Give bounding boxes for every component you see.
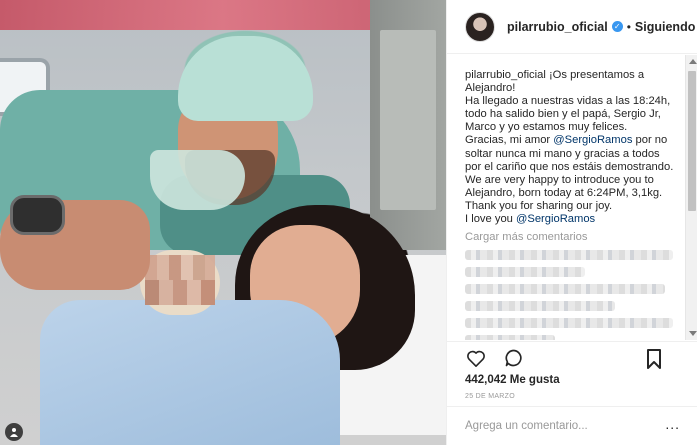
scroll-up-arrow-icon[interactable] xyxy=(689,59,697,64)
caption: pilarrubio_oficial ¡Os presentamos a Ale… xyxy=(465,69,677,226)
more-options-button[interactable]: ... xyxy=(665,417,680,431)
photo-watch xyxy=(10,195,65,235)
blurred-comment xyxy=(465,250,673,261)
post-sidebar: pilarrubio_oficial ✓ • Siguiendo pilarru… xyxy=(446,0,697,445)
comments-list: pilarrubio_oficial ¡Os presentamos a Ale… xyxy=(447,55,687,340)
add-comment-bar: ... xyxy=(447,406,697,445)
comment-bubble-icon[interactable] xyxy=(502,346,526,370)
post-header: pilarrubio_oficial ✓ • Siguiendo xyxy=(447,0,697,54)
avatar[interactable] xyxy=(465,11,495,42)
post-photo[interactable] xyxy=(0,0,446,445)
photo-surgical-cap xyxy=(178,36,313,121)
caption-text-2: por no soltar nunca mi mano y gracias a … xyxy=(465,134,674,226)
header-username[interactable]: pilarrubio_oficial xyxy=(507,20,608,34)
blurred-comment xyxy=(465,301,615,312)
blurred-comment xyxy=(465,318,673,329)
photo-door xyxy=(370,0,446,250)
scroll-down-arrow-icon[interactable] xyxy=(689,331,697,336)
user-tag-icon[interactable] xyxy=(5,423,23,441)
load-more-comments-button[interactable]: Cargar más comentarios xyxy=(465,231,687,243)
comment-input[interactable] xyxy=(465,420,645,432)
comments-scrollbar[interactable] xyxy=(685,55,697,340)
action-bar xyxy=(447,341,697,373)
mention-link[interactable]: @SergioRamos xyxy=(553,134,632,146)
heart-icon[interactable] xyxy=(464,346,488,370)
caption-username[interactable]: pilarrubio_oficial xyxy=(465,69,546,81)
blurred-comment xyxy=(465,335,555,340)
verified-badge-icon: ✓ xyxy=(611,21,623,32)
scroll-thumb[interactable] xyxy=(688,71,696,211)
blurred-comment xyxy=(465,284,665,295)
photo-pixelated-face-lower xyxy=(145,280,215,305)
photo-blanket xyxy=(40,300,340,445)
bookmark-icon[interactable] xyxy=(642,347,666,371)
following-button[interactable]: Siguiendo xyxy=(635,20,695,34)
likes-count[interactable]: 442,042 Me gusta xyxy=(465,374,560,386)
post-date: 25 DE MARZO xyxy=(465,393,515,400)
mention-link-2[interactable]: @SergioRamos xyxy=(516,213,595,225)
header-separator: • xyxy=(626,19,631,34)
blurred-comment xyxy=(465,267,585,278)
photo-surgical-mask xyxy=(150,150,245,210)
